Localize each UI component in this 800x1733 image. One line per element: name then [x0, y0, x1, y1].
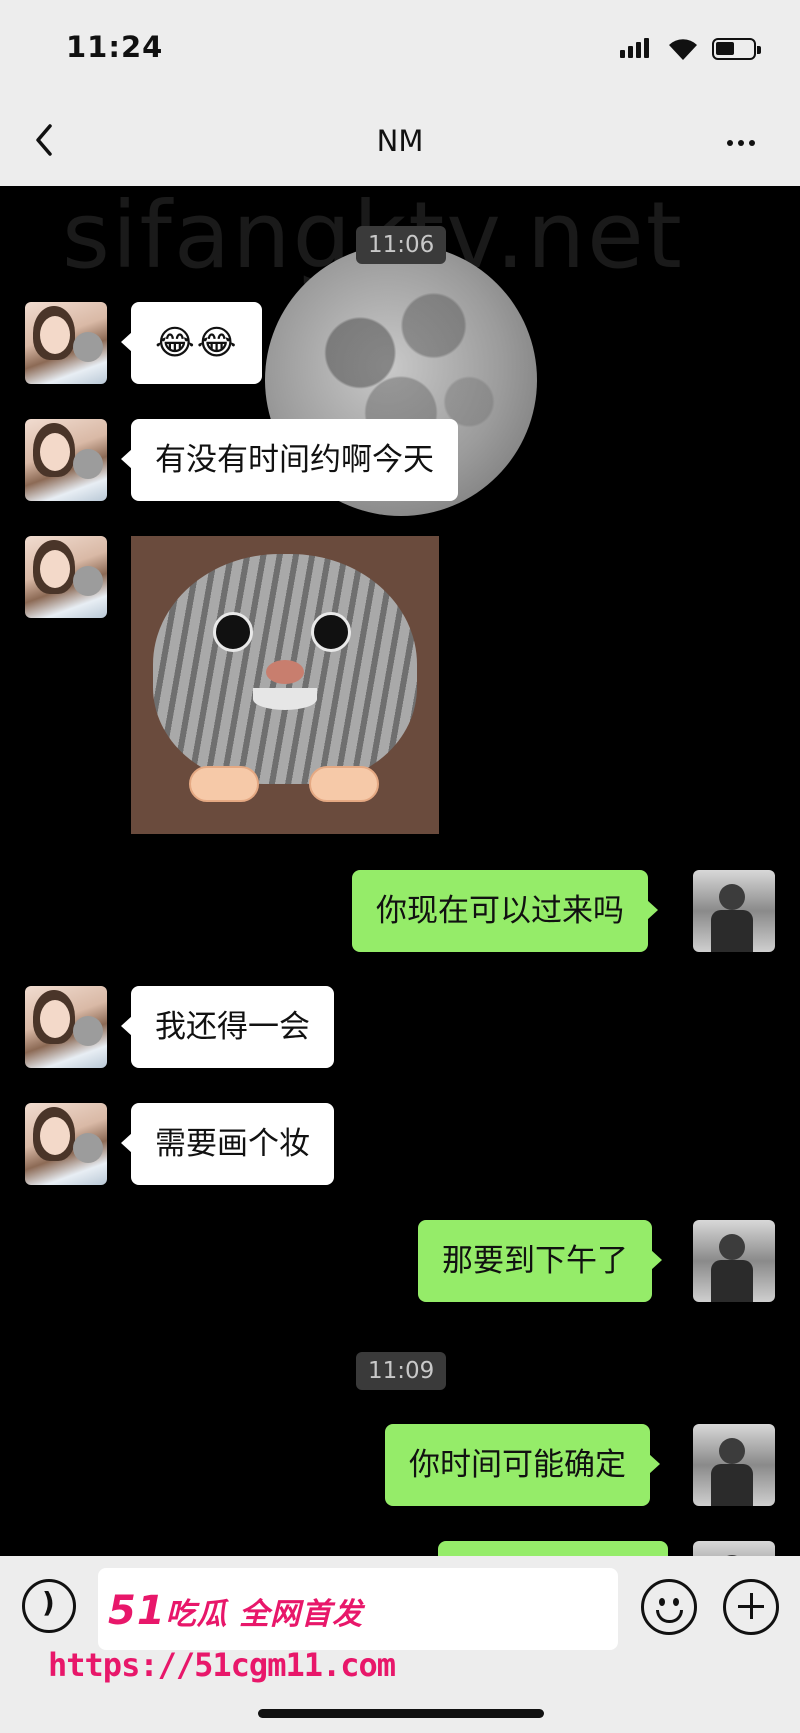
- incoming-message[interactable]: 我还得一会: [121, 986, 334, 1068]
- emoji-icon[interactable]: [641, 1579, 697, 1635]
- contact-avatar[interactable]: [25, 986, 107, 1068]
- incoming-message[interactable]: 有没有时间约啊今天: [121, 419, 458, 501]
- outgoing-message[interactable]: 那要到下午了: [418, 1220, 662, 1302]
- outgoing-message[interactable]: 你现在可以过来吗: [352, 870, 658, 952]
- my-avatar[interactable]: [693, 1424, 775, 1506]
- battery-icon: [712, 38, 761, 60]
- message-text: 有没有时间约啊今天: [155, 442, 434, 478]
- message-text: 😂😂: [155, 323, 239, 363]
- brand-watermark: 51吃瓜 全网首发: [108, 1588, 363, 1634]
- outgoing-message[interactable]: 你时间可能确定: [385, 1424, 660, 1506]
- timestamp: 11:06: [356, 226, 447, 264]
- contact-avatar[interactable]: [25, 302, 107, 384]
- brand-text: 吃瓜 全网首发: [165, 1597, 364, 1632]
- chat-area[interactable]: sifangktv.net 11:06 😂😂 有没有时间约啊今天 你现在可以过来…: [0, 186, 800, 1556]
- cat-sticker-image[interactable]: [131, 536, 439, 834]
- brand-number: 51: [108, 1588, 166, 1634]
- message-text: 你时间可能确定: [409, 1447, 626, 1483]
- status-time: 11:24: [66, 30, 164, 64]
- more-options-icon[interactable]: [727, 140, 755, 146]
- incoming-message[interactable]: 需要画个妆: [121, 1103, 334, 1185]
- message-text: 需要画个妆: [155, 1126, 310, 1162]
- incoming-message[interactable]: 😂😂: [120, 302, 263, 384]
- outgoing-message-partial[interactable]: [438, 1541, 668, 1556]
- contact-avatar[interactable]: [25, 536, 107, 618]
- add-more-icon[interactable]: [723, 1579, 779, 1635]
- wifi-icon: [669, 39, 697, 60]
- contact-avatar[interactable]: [25, 1103, 107, 1185]
- cellular-signal-icon: [620, 38, 649, 58]
- message-text: 你现在可以过来吗: [376, 893, 624, 929]
- my-avatar[interactable]: [693, 1220, 775, 1302]
- voice-input-icon[interactable]: [22, 1579, 76, 1633]
- message-text: 那要到下午了: [442, 1243, 628, 1279]
- top-bar: 11:24 NM: [0, 0, 800, 186]
- my-avatar[interactable]: [693, 1541, 775, 1556]
- timestamp: 11:09: [356, 1352, 447, 1390]
- chat-title: NM: [376, 124, 424, 158]
- message-text: 我还得一会: [155, 1009, 310, 1045]
- home-indicator[interactable]: [258, 1709, 544, 1718]
- my-avatar[interactable]: [693, 870, 775, 952]
- input-bar: 51吃瓜 全网首发 https://51cgm11.com: [0, 1556, 800, 1733]
- url-watermark: https://51cgm11.com: [48, 1646, 396, 1684]
- contact-avatar[interactable]: [25, 419, 107, 501]
